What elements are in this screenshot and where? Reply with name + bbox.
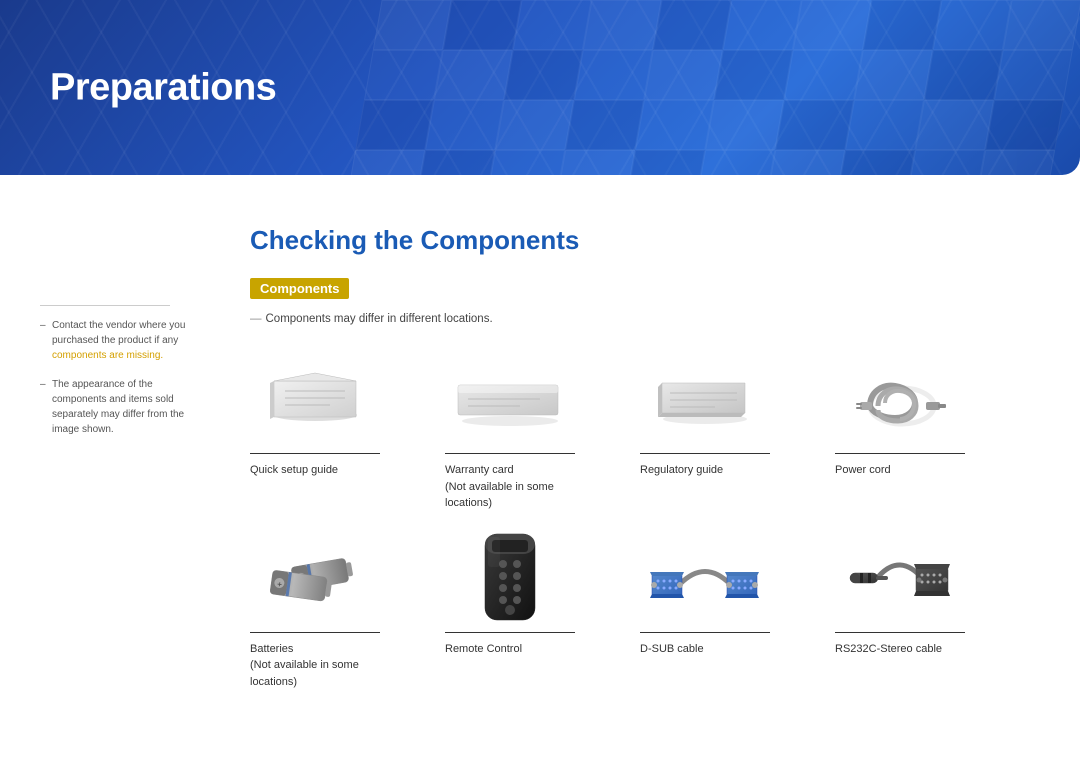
dsub-icon xyxy=(640,532,770,622)
components-note: Components may differ in different locat… xyxy=(250,313,1030,325)
cube-pattern xyxy=(324,0,1080,175)
component-label-rs232c: RS232C-Stereo cable xyxy=(835,632,965,658)
component-label-setup-guide: Quick setup guide xyxy=(250,453,380,479)
setup-guide-icon xyxy=(250,353,380,443)
component-label-batteries: Batteries (Not available in some locatio… xyxy=(250,632,380,691)
component-item-dsub: D-SUB cable xyxy=(640,532,835,711)
warranty-icon xyxy=(445,353,575,443)
content-area: Contact the vendor where you purchased t… xyxy=(0,175,1080,730)
sidebar-highlight-1: components are missing. xyxy=(52,350,163,361)
remote-icon xyxy=(445,532,575,622)
components-badge: Components xyxy=(250,278,349,299)
component-label-dsub: D-SUB cable xyxy=(640,632,770,658)
main-section: Checking the Components Components Compo… xyxy=(220,205,1080,730)
component-item-regulatory: Regulatory guide xyxy=(640,353,835,532)
power-cord-icon xyxy=(835,353,965,443)
sidebar: Contact the vendor where you purchased t… xyxy=(0,205,220,730)
sidebar-note-1: Contact the vendor where you purchased t… xyxy=(40,318,200,363)
component-item-remote: Remote Control xyxy=(445,532,640,711)
sidebar-divider xyxy=(40,305,170,306)
component-item-batteries: + + xyxy=(250,532,445,711)
component-label-remote: Remote Control xyxy=(445,632,575,658)
sidebar-note-2: The appearance of the components and ite… xyxy=(40,377,200,437)
component-label-warranty: Warranty card (Not available in some loc… xyxy=(445,453,575,512)
component-item-power-cord: Power cord xyxy=(835,353,1030,532)
component-item-warranty: Warranty card (Not available in some loc… xyxy=(445,353,640,532)
section-title: Checking the Components xyxy=(250,225,1030,256)
component-label-power-cord: Power cord xyxy=(835,453,965,479)
component-item-setup-guide: Quick setup guide xyxy=(250,353,445,532)
regulatory-icon xyxy=(640,353,770,443)
page-title: Preparations xyxy=(50,66,276,109)
rs232c-icon xyxy=(835,532,965,622)
header-banner: Preparations xyxy=(0,0,1080,175)
component-label-regulatory: Regulatory guide xyxy=(640,453,770,479)
component-item-rs232c: RS232C-Stereo cable xyxy=(835,532,1030,711)
batteries-icon: + + xyxy=(250,532,380,622)
components-grid: Quick setup guide xyxy=(250,353,1030,710)
